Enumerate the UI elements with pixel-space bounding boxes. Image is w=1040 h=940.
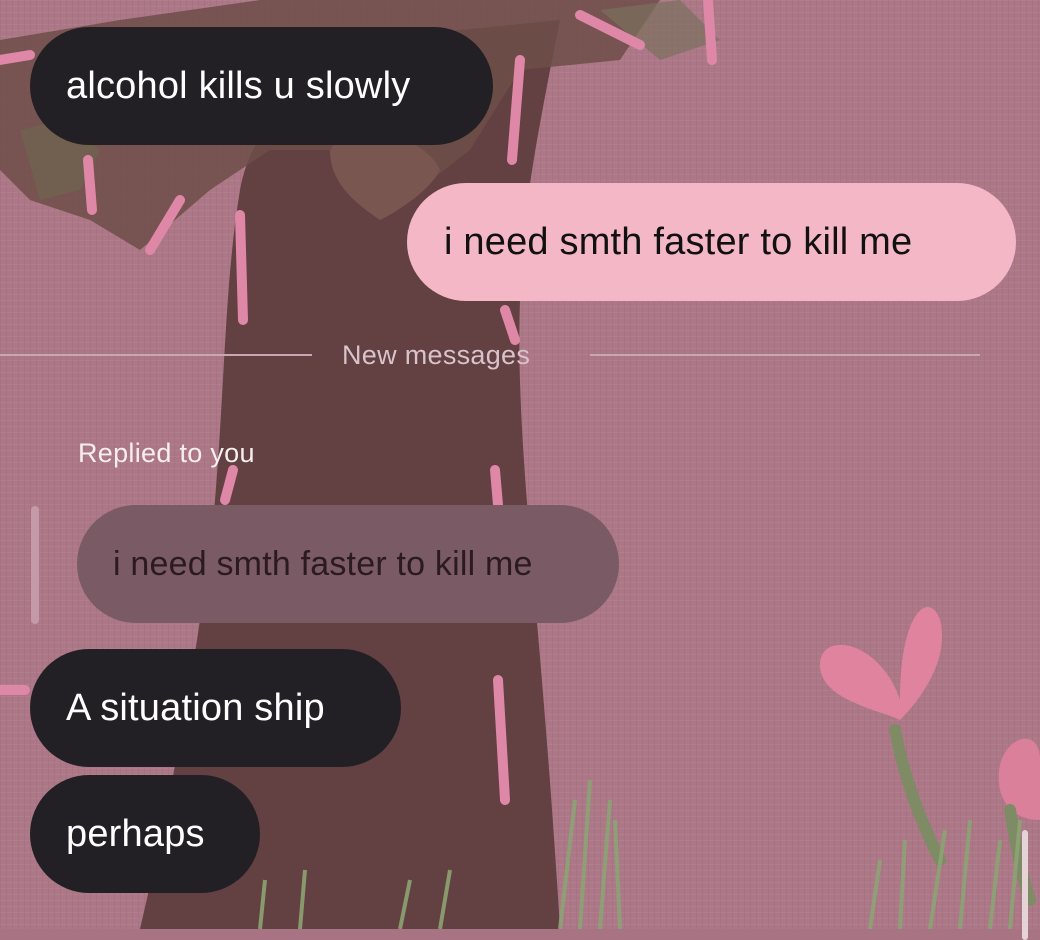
new-messages-divider: New messages — [342, 340, 531, 370]
quoted-reply-message[interactable]: i need smth faster to kill me — [77, 505, 619, 623]
replied-to-you-label: Replied to you — [78, 438, 255, 468]
divider-line-left — [0, 354, 312, 356]
message-text: perhaps — [66, 812, 205, 855]
reply-indicator-bar — [31, 506, 39, 624]
message-text: i need smth faster to kill me — [113, 544, 533, 583]
message-text: A situation ship — [66, 686, 325, 729]
incoming-message[interactable]: perhaps — [30, 775, 260, 893]
divider-line-right — [590, 354, 980, 356]
incoming-message[interactable]: alcohol kills u slowly — [30, 27, 493, 145]
message-text: alcohol kills u slowly — [66, 64, 411, 107]
outgoing-message[interactable]: i need smth faster to kill me — [407, 183, 1016, 301]
scrollbar-thumb[interactable] — [1022, 830, 1028, 940]
incoming-message[interactable]: A situation ship — [30, 649, 401, 767]
message-text: i need smth faster to kill me — [444, 220, 913, 263]
chat-thread: alcohol kills u slowly i need smth faste… — [0, 0, 1040, 940]
